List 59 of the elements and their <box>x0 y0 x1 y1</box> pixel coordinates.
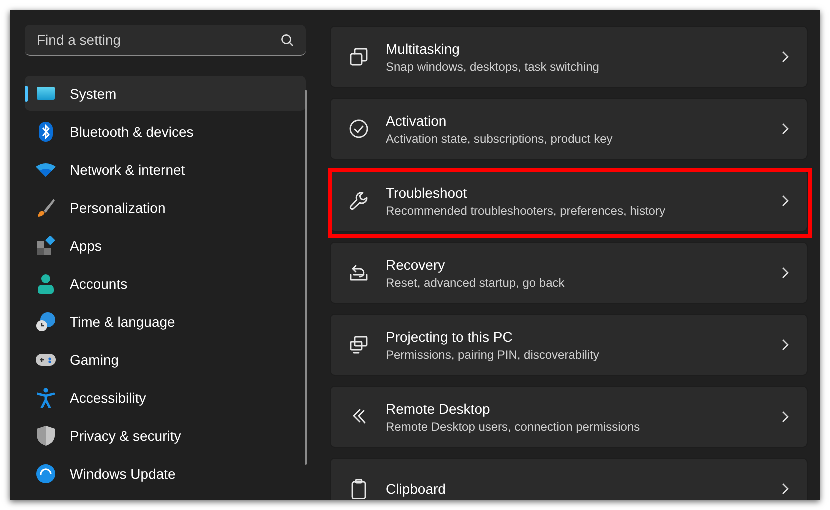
card-subtitle: Snap windows, desktops, task switching <box>386 60 600 74</box>
search-field[interactable]: Find a setting <box>25 25 306 56</box>
nav-item[interactable]: Apps <box>25 228 306 263</box>
overlapping-windows-icon <box>349 47 369 67</box>
card-subtitle: Recommended troubleshooters, preferences, history <box>386 204 666 218</box>
chevron-right-icon <box>782 267 789 279</box>
projector-screen-icon <box>349 335 369 355</box>
chevron-right-icon <box>782 123 789 135</box>
nav-item[interactable]: Privacy & security <box>25 418 306 453</box>
nav-item[interactable]: Gaming <box>25 342 306 377</box>
person-icon <box>37 274 55 294</box>
card-title: Troubleshoot <box>386 184 468 200</box>
search-icon <box>281 34 294 47</box>
shield-icon <box>37 426 55 446</box>
card-title: Activation <box>386 112 448 128</box>
chevron-right-icon <box>782 195 789 207</box>
nav-item[interactable]: Network & internet <box>25 152 306 187</box>
chevron-right-icon <box>782 411 789 423</box>
settings-card[interactable]: Activation Activation state, subscriptions, product key <box>330 98 808 160</box>
apps-icon <box>36 236 56 256</box>
nav-item[interactable]: Accessibility <box>25 380 306 415</box>
card-title: Projecting to this PC <box>386 328 514 344</box>
update-icon <box>36 464 56 484</box>
chevron-right-icon <box>782 483 789 495</box>
card-subtitle: Activation state, subscriptions, product key <box>386 132 614 146</box>
nav-item[interactable]: Windows Update <box>25 456 306 491</box>
scrollbar[interactable] <box>305 90 307 465</box>
card-subtitle: Reset, advanced startup, go back <box>386 276 566 290</box>
chevron-right-icon <box>782 339 789 351</box>
card-subtitle: Remote Desktop users, connection permissions <box>386 420 642 434</box>
wrench-icon <box>349 191 369 211</box>
accessibility-icon <box>37 388 55 408</box>
chevron-right-icon <box>782 51 789 63</box>
nav-item[interactable]: Time & language <box>25 304 306 339</box>
paintbrush-icon <box>36 198 56 218</box>
globe-clock-icon <box>36 312 56 332</box>
nav-item[interactable]: Bluetooth & devices <box>25 114 306 149</box>
card-title: Multitasking <box>386 40 461 56</box>
settings-card[interactable]: Clipboard <box>330 458 808 500</box>
recovery-icon <box>349 263 369 283</box>
clipboard-icon <box>351 479 367 499</box>
settings-card[interactable]: Recovery Reset, advanced startup, go back <box>330 242 808 304</box>
nav-item[interactable]: Accounts <box>25 266 306 301</box>
settings-card[interactable]: Projecting to this PC Permissions, pairing PIN, discoverability <box>330 314 808 376</box>
settings-card[interactable]: Remote Desktop Remote Desktop users, connection permissions <box>330 386 808 448</box>
selection-indicator <box>25 86 28 102</box>
card-title: Clipboard <box>386 481 447 497</box>
card-subtitle: Permissions, pairing PIN, discoverability <box>386 348 600 362</box>
bluetooth-icon <box>39 122 53 142</box>
gamepad-icon <box>36 352 56 366</box>
checkmark-circle-icon <box>349 119 369 139</box>
nav-item[interactable]: Personalization <box>25 190 306 225</box>
settings-card[interactable]: Troubleshoot Recommended troubleshooters, preferences, history <box>330 170 808 232</box>
monitor-icon <box>36 86 56 102</box>
card-title: Recovery <box>386 256 446 272</box>
nav-item[interactable]: System <box>25 76 306 111</box>
settings-card[interactable]: Multitasking Snap windows, desktops, task switching <box>330 26 808 88</box>
wifi-icon <box>36 162 56 176</box>
card-title: Remote Desktop <box>386 400 492 416</box>
